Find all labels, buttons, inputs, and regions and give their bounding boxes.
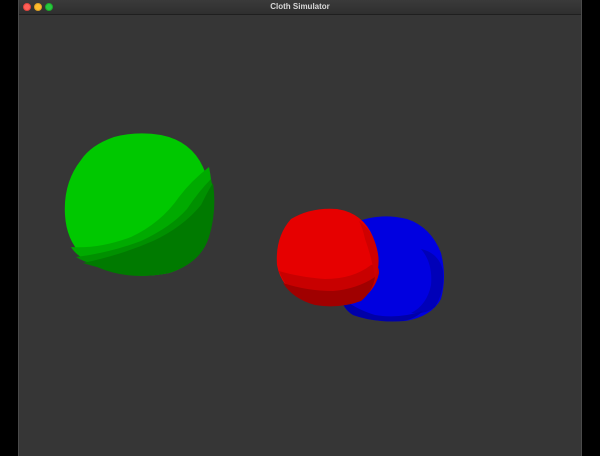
title-bar[interactable]: Cloth Simulator (19, 0, 581, 15)
app-window: Cloth Simulator (18, 0, 582, 456)
scene-canvas (64, 133, 444, 322)
red-ball (276, 208, 379, 307)
window-title: Cloth Simulator (270, 2, 330, 11)
simulation-viewport[interactable] (19, 15, 581, 456)
green-ball (64, 133, 215, 276)
